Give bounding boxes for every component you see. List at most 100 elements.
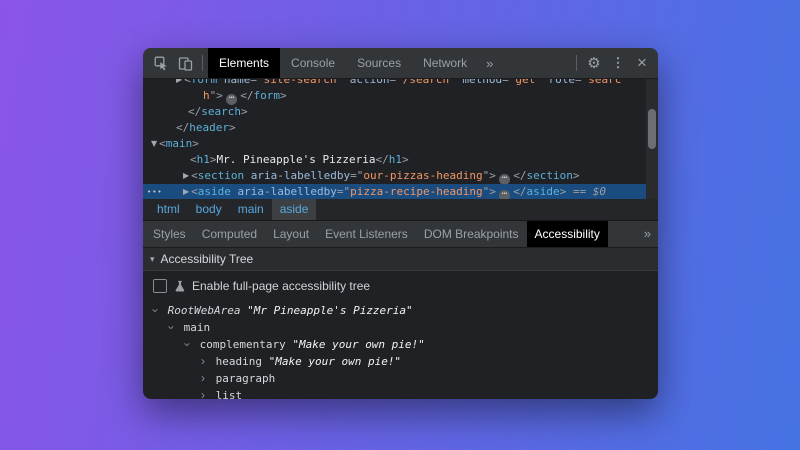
dom-tree-node[interactable]: </search> [143,104,658,120]
scrollbar-thumb[interactable] [648,109,656,149]
breadcrumb-item-aside[interactable]: aside [272,199,317,220]
devtools-window: ElementsConsoleSourcesNetwork » ⚙ ⋮ × ▶<… [143,48,658,399]
code-attribute-name: role [542,79,575,86]
code-attribute-name: name [217,79,250,86]
breadcrumb-item-html[interactable]: html [149,199,188,220]
section-title: Accessibility Tree [161,252,254,266]
code-tag-name: aside [198,185,231,198]
sidebar-tab-styles[interactable]: Styles [145,221,194,247]
code-attribute-value: searc [588,79,621,86]
code-punctuation: "> [210,89,223,102]
code-punctuation: < [159,137,166,150]
toolbar-right-group: ⚙ ⋮ × [571,50,654,76]
code-punctuation: =" [575,79,588,86]
code-punctuation: " [449,79,456,86]
dom-tree-node[interactable]: h">…</form> [143,88,658,104]
code-punctuation: </ [240,89,253,102]
inline-expand-button[interactable]: … [499,190,510,199]
sidebar-tab-layout[interactable]: Layout [265,221,317,247]
code-attribute-name: aria-labelledby [244,169,350,182]
chevron-down-icon[interactable]: › [147,305,164,317]
dom-tree-node[interactable]: ▶<form name="site-search" action="/searc… [143,79,658,88]
a11y-role: RootWebArea [161,304,240,317]
code-punctuation: =" [502,79,515,86]
a11y-tree-node-list[interactable]: › list [143,387,658,399]
close-icon[interactable]: × [630,50,654,76]
code-tag-name: main [166,137,193,150]
expand-arrow-icon: ▶ [183,171,189,180]
code-punctuation: </ [513,185,526,198]
a11y-tree-node-rootwebarea[interactable]: › RootWebArea "Mr Pineapple's Pizzeria" [143,302,658,319]
code-tag-name: header [189,121,229,134]
sidebar-tab-dom-breakpoints[interactable]: DOM Breakpoints [416,221,527,247]
code-punctuation: < [191,169,198,182]
code-attribute-value: our-pizzas-heading [363,169,482,182]
enable-fullpage-a11y-row: Enable full-page accessibility tree [143,273,658,299]
a11y-accessible-name: "Make your own pie!" [286,338,425,351]
code-attribute-value: pizza-recipe-heading [350,185,482,198]
code-punctuation: "> [483,185,496,198]
device-toolbar-icon[interactable] [173,50,197,76]
code-punctuation: " [535,79,542,86]
code-attribute-value: /search [403,79,449,86]
code-tag-name: form [191,79,218,86]
chevron-right-icon[interactable]: › [197,370,209,387]
a11y-role: complementary [193,338,286,351]
chevron-right-icon[interactable]: › [197,387,209,399]
accessibility-tree: › RootWebArea "Mr Pineapple's Pizzeria"›… [143,299,658,399]
node-menu-dots-icon[interactable]: ••• [147,184,163,199]
chevron-right-icon[interactable]: › [197,353,209,370]
chevron-down-icon[interactable]: › [163,322,180,334]
settings-gear-icon[interactable]: ⚙ [582,50,606,76]
dom-tree-node[interactable]: •••▶<aside aria-labelledby="pizza-recipe… [143,184,658,199]
dom-tree-node[interactable]: </header> [143,120,658,136]
scrollbar-track[interactable] [646,79,658,199]
a11y-tree-node-heading[interactable]: › heading "Make your own pie!" [143,353,658,370]
breadcrumb-item-main[interactable]: main [230,199,272,220]
code-punctuation: </ [176,121,189,134]
sidebar-tab-computed[interactable]: Computed [194,221,265,247]
breadcrumb: htmlbodymainaside [143,199,658,221]
expand-arrow-icon: ▼ [151,139,157,148]
more-sidebar-tabs-icon[interactable]: » [637,221,658,247]
dom-tree-node[interactable]: ▶<section aria-labelledby="our-pizzas-he… [143,168,658,184]
code-tag-name: h1 [197,153,210,166]
tab-elements[interactable]: Elements [208,48,280,78]
expand-arrow-icon: ▶ [183,187,189,196]
code-punctuation: </ [188,105,201,118]
a11y-tree-node-main[interactable]: › main [143,319,658,336]
code-punctuation: > [210,153,217,166]
inspect-element-icon[interactable] [149,50,173,76]
enable-fullpage-a11y-checkbox[interactable] [153,279,167,293]
a11y-tree-node-complementary[interactable]: › complementary "Make your own pie!" [143,336,658,353]
kebab-menu-icon[interactable]: ⋮ [606,50,630,76]
code-punctuation: < [191,185,198,198]
code-punctuation: </ [513,169,526,182]
a11y-accessible-name: "Make your own pie!" [262,355,401,368]
code-attribute-value: h [203,89,210,102]
code-punctuation: > [280,89,287,102]
sidebar-tab-accessibility[interactable]: Accessibility [527,221,608,247]
more-panels-icon[interactable]: » [478,56,501,71]
code-tag-name: h1 [389,153,402,166]
chevron-down-icon[interactable]: › [179,339,196,351]
tab-sources[interactable]: Sources [346,48,412,78]
toolbar-divider [202,55,203,71]
a11y-tree-node-paragraph[interactable]: › paragraph [143,370,658,387]
sidebar-tab-event-listeners[interactable]: Event Listeners [317,221,416,247]
a11y-role: list [209,389,242,399]
code-punctuation: > [241,105,248,118]
breadcrumb-item-body[interactable]: body [188,199,230,220]
experiment-flask-icon [173,280,186,293]
code-punctuation: =" [350,169,363,182]
tab-network[interactable]: Network [412,48,478,78]
accessibility-tree-section-header[interactable]: ▾ Accessibility Tree [143,248,658,271]
selected-node-marker: == $0 [566,185,606,198]
code-punctuation: </ [375,153,388,166]
dom-tree-node[interactable]: ▼<main> [143,136,658,152]
tab-console[interactable]: Console [280,48,346,78]
dom-tree-node[interactable]: <h1>Mr. Pineapple's Pizzeria</h1> [143,152,658,168]
main-toolbar: ElementsConsoleSourcesNetwork » ⚙ ⋮ × [143,48,658,79]
code-punctuation: < [190,153,197,166]
a11y-role: paragraph [209,372,275,385]
